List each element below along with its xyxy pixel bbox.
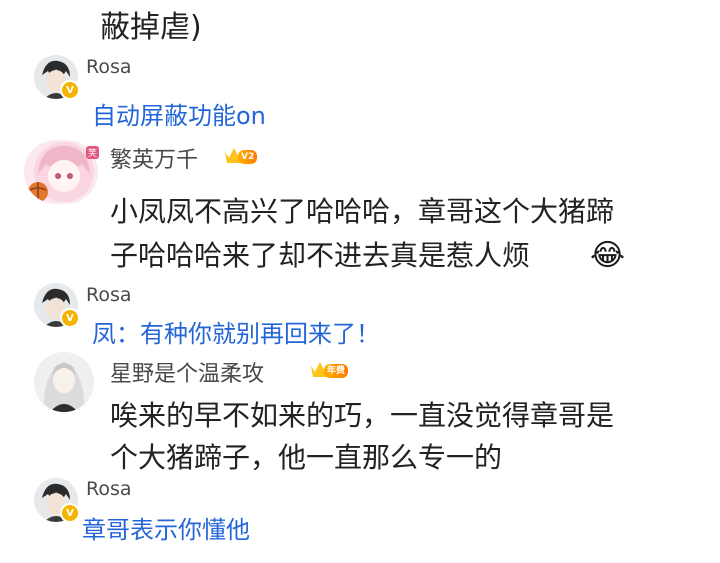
- verified-v-icon: V: [60, 503, 80, 523]
- verified-v-icon: V: [60, 80, 80, 100]
- username-fanyingwanqian[interactable]: 繁英万千: [110, 142, 198, 174]
- crown-level-icon: 年费: [310, 360, 349, 378]
- username-rosa[interactable]: Rosa: [86, 284, 132, 306]
- level-badge: 年费: [324, 364, 349, 378]
- top-text-fragment: 蔽掉虐): [100, 10, 202, 45]
- username-xingye[interactable]: 星野是个温柔攻: [110, 356, 264, 388]
- avatar-xingye[interactable]: [34, 352, 94, 412]
- reply-text: 章哥表示你懂他: [82, 516, 250, 544]
- comment-text-line1: 小凤凤不高兴了哈哈哈，章哥这个大猪蹄: [110, 195, 615, 228]
- reply-text: 凤：有种你就别再回来了！: [92, 320, 380, 348]
- level-badge: V2: [238, 150, 258, 164]
- avatar-tag: 笑: [86, 146, 100, 159]
- comment-text-line2: 个大猪蹄子，他一直那么专一的: [110, 441, 503, 474]
- comment-text-line1: 唉来的早不如来的巧，一直没觉得章哥是: [110, 399, 615, 432]
- crown-level-icon: V2: [224, 146, 258, 164]
- comment-text-line2: 子哈哈哈来了却不进去真是惹人烦: [110, 239, 531, 272]
- reply-text: 自动屏蔽功能on: [92, 102, 266, 130]
- verified-v-icon: V: [60, 308, 80, 328]
- username-rosa[interactable]: Rosa: [86, 478, 132, 500]
- laughing-tears-emoji-icon: 😂: [590, 238, 626, 273]
- username-rosa[interactable]: Rosa: [86, 56, 132, 78]
